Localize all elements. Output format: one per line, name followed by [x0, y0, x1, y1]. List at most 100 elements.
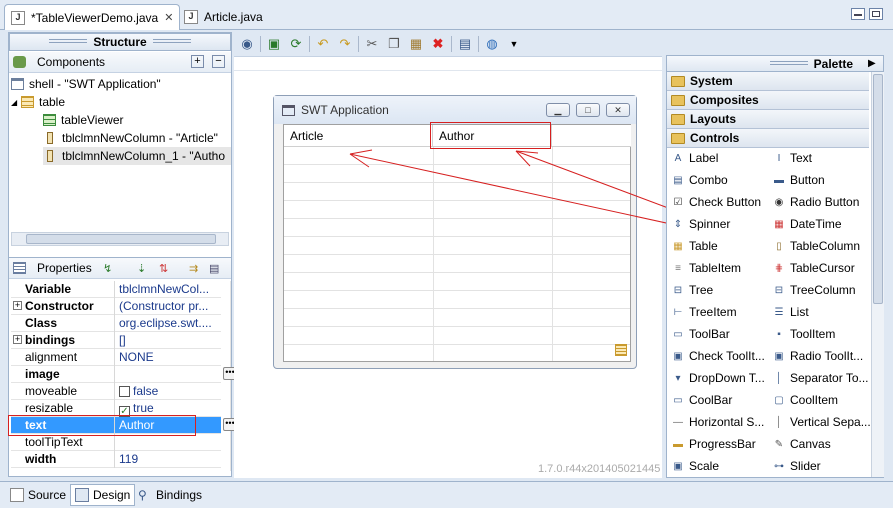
tree-item-table[interactable]: ◢ table	[11, 93, 65, 111]
palette-item-toolitem[interactable]: ▪ ToolItem	[772, 324, 835, 344]
tree-item-column-article[interactable]: tblclmnNewColumn - "Article"	[43, 129, 218, 147]
show-advanced-icon[interactable]: ⇉	[189, 262, 198, 275]
property-value[interactable]	[119, 434, 219, 451]
table-item-icon: ≡	[675, 262, 681, 274]
property-value[interactable]: tblclmnNewCol...	[119, 281, 219, 298]
property-row[interactable]: alignment NONE	[11, 349, 221, 366]
paste-icon[interactable]: ▦	[407, 35, 425, 53]
palette-item-label[interactable]: A Label	[671, 148, 719, 168]
expand-all-icon[interactable]: +	[191, 55, 204, 68]
palette-item-coolitem[interactable]: ▢ CoolItem	[772, 390, 838, 410]
checkbox[interactable]	[119, 386, 130, 397]
tab-tableviewerdemo[interactable]: J *TableViewerDemo.java ✕	[4, 4, 181, 30]
palette-item-label: Scale	[689, 459, 720, 473]
refresh-icon[interactable]: ⟳	[287, 35, 305, 53]
property-value[interactable]: 119	[119, 451, 219, 468]
tree-item-tableviewer[interactable]: tableViewer	[43, 111, 123, 129]
menu-icon[interactable]: ▤	[209, 262, 219, 275]
palette-item-tableitem[interactable]: ≡ TableItem	[671, 258, 741, 278]
palette-scrollbar[interactable]	[871, 72, 884, 477]
delete-icon[interactable]: ✖	[429, 35, 447, 53]
property-row[interactable]: moveable false	[11, 383, 221, 400]
palette-item-combo[interactable]: ▤ Combo	[671, 170, 727, 190]
test-gui-icon[interactable]: ◉	[238, 35, 256, 53]
undo-icon[interactable]: ↶	[314, 35, 332, 53]
palette-item-button[interactable]: ▬ Button	[772, 170, 825, 190]
goto-definition-icon[interactable]: ⇣	[137, 262, 146, 275]
property-value[interactable]: NONE	[119, 349, 219, 366]
palette-category[interactable]: Controls	[667, 129, 869, 148]
property-value[interactable]: false	[119, 383, 219, 400]
column-header-article[interactable]: Article	[284, 125, 433, 147]
chevron-down-icon[interactable]: ▼	[505, 35, 523, 53]
palette-item-radio-button[interactable]: ◉ Radio Button	[772, 192, 860, 212]
property-row[interactable]: width 119	[11, 451, 221, 468]
horizontal-scrollbar[interactable]	[11, 232, 229, 246]
palette-item-tree[interactable]: ⊟ Tree	[671, 280, 713, 300]
tab-source[interactable]: Source	[6, 484, 70, 506]
property-row[interactable]: Variable tblclmnNewCol...	[11, 281, 221, 298]
palette-item-tablecolumn[interactable]: ▯ TableColumn	[772, 236, 860, 256]
palette-item-radio-toolit[interactable]: ▣ Radio ToolIt...	[772, 346, 863, 366]
palette-item-text[interactable]: I Text	[772, 148, 812, 168]
property-row[interactable]: Class org.eclipse.swt....	[11, 315, 221, 332]
property-row[interactable]: + bindings[]	[11, 332, 221, 349]
components-label: Components	[37, 55, 106, 69]
bottom-tab-bar: Source Design ⚲ Bindings	[0, 481, 893, 508]
property-row[interactable]: toolTipText	[11, 434, 221, 451]
palette-category[interactable]: Layouts	[667, 110, 869, 129]
minimize-icon[interactable]: ▁	[546, 103, 570, 117]
palette-item-dropdown-t[interactable]: ▾ DropDown T...	[671, 368, 764, 388]
cut-icon[interactable]: ✂	[363, 35, 381, 53]
palette-item-vertical-sepa[interactable]: │ Vertical Sepa...	[772, 412, 871, 432]
palette-item-treeitem[interactable]: ⊢ TreeItem	[671, 302, 737, 322]
spinner-icon: ⇕	[673, 218, 683, 230]
palette-item-coolbar[interactable]: ▭ CoolBar	[671, 390, 732, 410]
palette-item-separator-to[interactable]: │ Separator To...	[772, 368, 869, 388]
minimize-icon[interactable]	[851, 8, 865, 20]
palette-item-slider[interactable]: ⊶ Slider	[772, 456, 821, 476]
close-icon[interactable]: ✕	[164, 11, 173, 24]
palette-item-label: CoolItem	[790, 393, 839, 407]
tree-item-shell[interactable]: shell - "SWT Application"	[11, 75, 161, 93]
palette-item-treecolumn[interactable]: ⊟ TreeColumn	[772, 280, 856, 300]
palette-item-toolbar[interactable]: ▭ ToolBar	[671, 324, 729, 344]
copy-icon[interactable]: ❐	[385, 35, 403, 53]
property-value[interactable]: []	[119, 332, 219, 349]
close-icon[interactable]: ✕	[606, 103, 630, 117]
palette-item-scale[interactable]: ▣ Scale	[671, 456, 719, 476]
palette-item-progressbar[interactable]: ▬ ProgressBar	[671, 434, 756, 454]
palette-category[interactable]: System	[667, 72, 869, 91]
palette-item-spinner[interactable]: ⇕ Spinner	[671, 214, 731, 234]
property-row[interactable]: image •••	[11, 366, 237, 383]
palette-item-list[interactable]: ☰ List	[772, 302, 809, 322]
palette-item-check-toolit[interactable]: ▣ Check ToolIt...	[671, 346, 765, 366]
redo-icon[interactable]: ↷	[336, 35, 354, 53]
select-icon[interactable]: ▣	[265, 35, 283, 53]
collapse-all-icon[interactable]: −	[212, 55, 225, 68]
tree-item-column-author[interactable]: tblclmnNewColumn_1 - "Autho	[43, 147, 231, 165]
property-row[interactable]: + Constructor (Constructor pr...	[11, 298, 221, 315]
palette-item-table[interactable]: ▦ Table	[671, 236, 717, 256]
palette-item-horizontal-s[interactable]: — Horizontal S...	[671, 412, 764, 432]
tab-bindings[interactable]: ⚲ Bindings	[134, 484, 206, 506]
palette-item-canvas[interactable]: ✎ Canvas	[772, 434, 831, 454]
table-widget[interactable]: Article Author	[283, 124, 631, 362]
show-events-icon[interactable]: ↯	[103, 262, 112, 275]
tab-article[interactable]: J Article.java	[178, 4, 269, 30]
tab-design[interactable]: Design	[70, 484, 136, 506]
palette-collapse-icon[interactable]: ▶	[868, 58, 876, 69]
palette-item-tablecursor[interactable]: ⋕ TableCursor	[772, 258, 855, 278]
property-value[interactable]: org.eclipse.swt....	[119, 315, 219, 332]
layout-icon[interactable]: ▤	[456, 35, 474, 53]
maximize-icon[interactable]: □	[576, 103, 600, 117]
palette-item-check-button[interactable]: ☑ Check Button	[671, 192, 762, 212]
property-value[interactable]: (Constructor pr...	[119, 298, 219, 315]
properties-table: Variable tblclmnNewCol... + Constructor (Con…	[9, 281, 237, 471]
property-value[interactable]	[119, 366, 219, 383]
maximize-icon[interactable]	[869, 8, 883, 20]
palette-category[interactable]: Composites	[667, 91, 869, 110]
globe-icon[interactable]: ◍	[483, 35, 501, 53]
palette-item-datetime[interactable]: ▦ DateTime	[772, 214, 841, 234]
default-value-icon[interactable]: ⇅	[159, 262, 168, 275]
